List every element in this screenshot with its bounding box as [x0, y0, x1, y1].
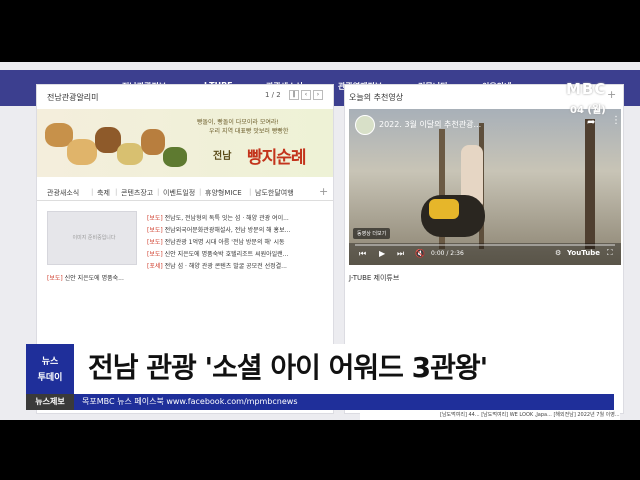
video-time: 0:00 / 2:36 [431, 250, 464, 257]
tab-separator: | [199, 188, 202, 196]
tab-tourism-news[interactable]: 관광새소식 [47, 188, 79, 198]
mbc-logo: MBC [566, 80, 607, 98]
video-progress-bar[interactable] [355, 244, 615, 246]
banner-subtitle: 우리 지역 대표빵 맛보러 빵빵한 [209, 128, 289, 135]
tab-mice[interactable]: 휴양형MICE [205, 188, 242, 198]
tab-content[interactable]: 콘텐츠장고 [121, 188, 153, 198]
tab-separator: | [157, 188, 160, 196]
jtube-section-label: J-TUBE 제이튜브 [349, 274, 400, 282]
news-item[interactable]: [보도] 신안 지은도에 명품숙... [47, 273, 233, 282]
more-options-icon[interactable]: ⋮ [611, 115, 621, 126]
news-item[interactable]: [보도] 전남도, 전남형의 독특 잇는 섬 · 해양 관광 여이... [147, 213, 333, 222]
ticker-text: 목포MBC 뉴스 페이스북 www.facebook.com/mpmbcnews [82, 397, 298, 406]
news-tabs: 관광새소식 | 축제 | 콘텐츠장고 | 이벤트일정 | 휴양형MICE | 남… [37, 185, 333, 201]
news-thumbnail[interactable]: 이미지 준비중입니다 [47, 211, 137, 265]
program-badge: 뉴스 투데이 [26, 344, 74, 394]
dog-vest [429, 199, 459, 219]
footer-news-strip: [남도먹여리] 44... [남도먹여리] WE LOOK ,Japa... [… [360, 410, 620, 420]
news-item[interactable]: [보도] 전남관광 1억명 시대 아름 '전남 방문의 해' 시동 [147, 237, 333, 246]
badge-line: 투데이 [37, 373, 63, 383]
tab-separator: | [91, 188, 94, 196]
panel-title: 오늘의 추천영상 [349, 93, 404, 102]
banner-region: 전남 [213, 151, 232, 162]
play-icon[interactable]: ▶ [379, 249, 385, 258]
news-item[interactable]: [보도] 신안 지은도에 명품숙박 호텔리조트 씨원아일랜... [147, 249, 333, 258]
badge-line: 뉴스 [41, 357, 59, 367]
next-icon[interactable]: › [313, 90, 323, 100]
video-controls: ⏮ ▶ ⏭ 🔇 0:00 / 2:36 ⚙ YouTube ⛶ [349, 243, 621, 265]
bread-icon [163, 147, 187, 167]
tab-events[interactable]: 이벤트일정 [163, 188, 195, 198]
plus-icon[interactable]: + [607, 88, 616, 101]
screen: 전남관광정보 J-TUBE 관광새소식 관광연계정보 커뮤니티 이용안내 전남관… [0, 0, 640, 480]
video-player[interactable]: 2022. 3월 이달의 추천관광... ➦ ⋮ 동영상 더보기 ⏮ ▶ ⏭ 🔇… [349, 109, 621, 265]
tree-trunk [585, 119, 595, 249]
plus-icon[interactable]: + [319, 185, 328, 198]
share-icon[interactable]: ➦ [587, 117, 595, 128]
news-item[interactable]: [보도] 전남외국어문화관광해설사, 전남 방문의 해 홍보... [147, 225, 333, 234]
thumbnail-placeholder: 이미지 준비중입니다 [72, 235, 116, 241]
banner-title: 빵지순례 [247, 148, 307, 168]
bread-icon [67, 139, 97, 165]
news-item[interactable]: [포세] 전남 섬 · 해양 관광 콘텐츠 발굴 공모전 선정결... [147, 261, 333, 270]
youtube-logo[interactable]: YouTube [567, 249, 600, 257]
tab-separator: | [249, 188, 252, 196]
tab-separator: | [115, 188, 118, 196]
more-videos-button[interactable]: 동영상 더보기 [353, 228, 391, 239]
channel-logo [355, 115, 375, 135]
prev-icon[interactable]: ‹ [301, 90, 311, 100]
news-headline: 전남 관광 '소셜 아이 어워드 3관왕' [88, 351, 488, 384]
pause-icon[interactable]: ‖ [289, 90, 299, 100]
pager-count: 1 / 2 [265, 91, 281, 99]
bread-icon [141, 129, 165, 155]
broadcast-date: 04 (월) [570, 105, 606, 116]
banner-subtitle: 빵돌이, 빵돌이 다모이라 모여라! [197, 119, 279, 126]
ticker-label: 뉴스제보 [26, 394, 74, 410]
bread-icon [117, 143, 143, 165]
tab-month-travel[interactable]: 남도한달여행 [255, 188, 294, 198]
video-title: 2022. 3월 이달의 추천관광... [379, 120, 482, 129]
tab-festival[interactable]: 축제 [97, 188, 110, 198]
skip-forward-icon[interactable]: ⏭ [397, 249, 404, 259]
panel-title: 전남관광알리미 [47, 93, 99, 102]
promo-banner[interactable]: 빵돌이, 빵돌이 다모이라 모여라! 우리 지역 대표빵 맛보러 빵빵한 전남 … [37, 109, 333, 177]
mute-icon[interactable]: 🔇 [415, 249, 425, 258]
fullscreen-icon[interactable]: ⛶ [607, 248, 613, 258]
skip-back-icon[interactable]: ⏮ [359, 249, 366, 259]
settings-icon[interactable]: ⚙ [555, 249, 561, 257]
